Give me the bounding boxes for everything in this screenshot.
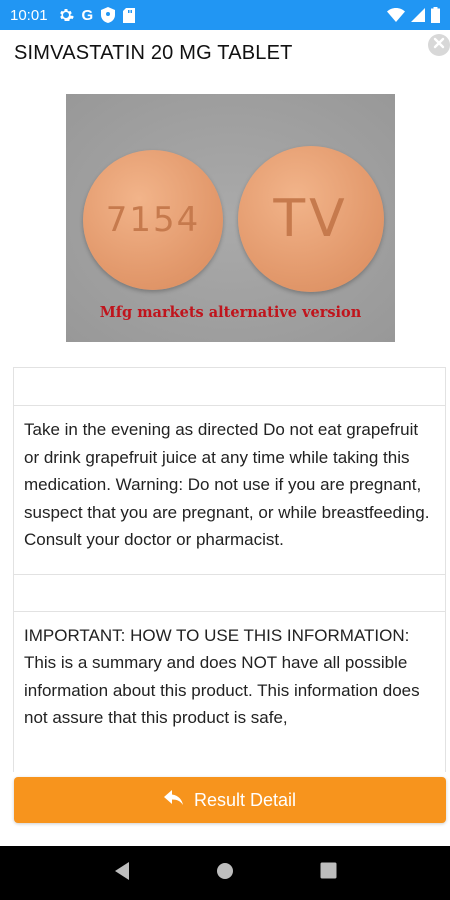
- pill-front: 7154: [83, 150, 223, 290]
- list-item-empty: [14, 575, 445, 612]
- home-icon[interactable]: [216, 862, 234, 885]
- status-bar: 10:01 G: [0, 0, 450, 30]
- status-time: 10:01: [10, 6, 48, 24]
- directions-text: Take in the evening as directed Do not e…: [14, 406, 445, 575]
- close-icon: [433, 36, 445, 54]
- pill-back: TV: [238, 146, 384, 292]
- result-detail-label: Result Detail: [193, 789, 297, 810]
- shield-icon: [101, 7, 116, 23]
- battery-icon: [431, 7, 440, 23]
- signal-icon: [411, 8, 425, 22]
- result-detail-button[interactable]: Result Detail: [14, 777, 446, 823]
- sd-card-icon: [123, 7, 136, 23]
- pill-imprint-right: TV: [273, 189, 349, 249]
- pill-imprint-left: 7154: [105, 200, 201, 240]
- gear-icon: [58, 7, 74, 23]
- image-caption: Mfg markets alternative version: [99, 304, 362, 321]
- back-icon[interactable]: [113, 861, 131, 886]
- pill-image: 7154 TV Mfg markets alternative version: [66, 94, 395, 342]
- wifi-icon: [387, 8, 405, 22]
- navigation-bar: [0, 846, 450, 900]
- close-button[interactable]: [428, 34, 450, 56]
- page-title: SIMVASTATIN 20 MG TABLET: [14, 41, 293, 64]
- list-item-empty: [14, 368, 445, 406]
- google-icon: G: [81, 6, 94, 24]
- reply-arrow-icon: [163, 789, 184, 811]
- drug-info-list[interactable]: Take in the evening as directed Do not e…: [13, 367, 446, 772]
- header: SIMVASTATIN 20 MG TABLET: [0, 30, 450, 76]
- recents-icon[interactable]: [320, 862, 337, 884]
- important-text: IMPORTANT: HOW TO USE THIS INFORMATION: …: [24, 625, 420, 728]
